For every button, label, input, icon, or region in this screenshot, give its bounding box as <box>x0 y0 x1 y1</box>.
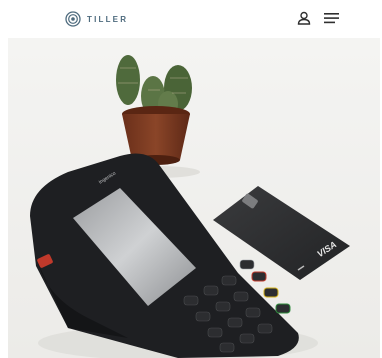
brand-name: TILLER <box>87 14 129 24</box>
user-icon <box>297 11 311 25</box>
tiller-logo-icon <box>65 11 81 27</box>
hero-image: VISA Ingenico <box>8 38 380 358</box>
account-button[interactable] <box>296 10 312 26</box>
site-header: TILLER <box>0 0 382 38</box>
menu-button[interactable] <box>324 10 340 26</box>
hamburger-menu-icon <box>324 13 339 24</box>
hero-illustration: VISA Ingenico <box>8 38 380 358</box>
header-actions <box>296 10 340 26</box>
brand-logo-link[interactable]: TILLER <box>65 10 128 28</box>
